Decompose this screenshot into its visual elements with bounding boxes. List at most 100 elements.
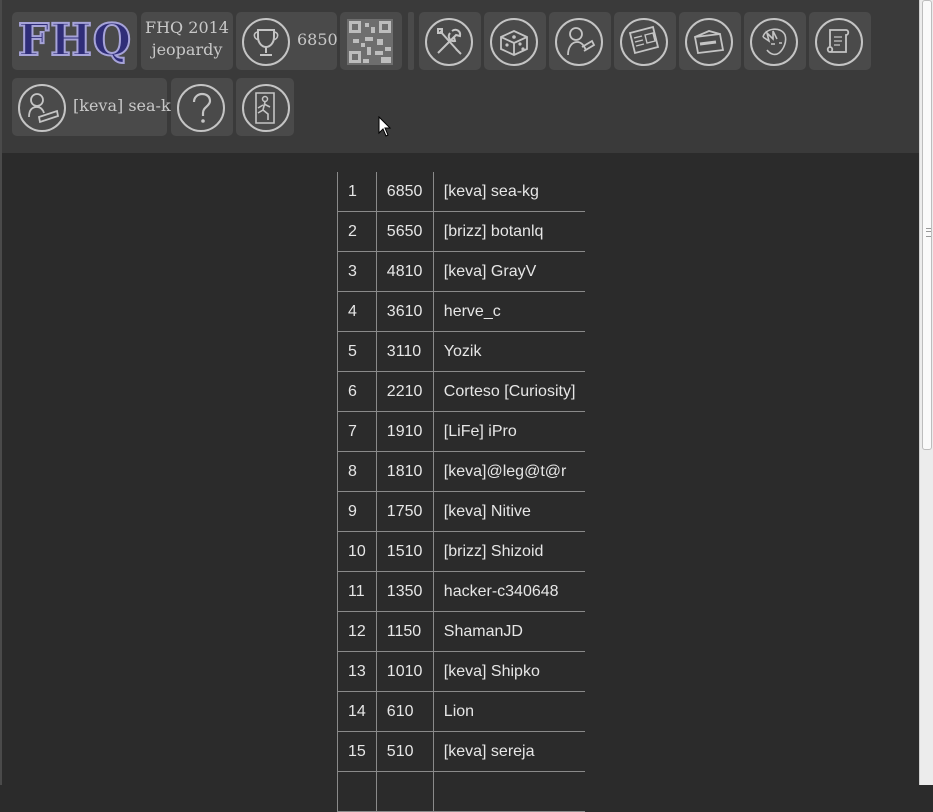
player-name-cell: [keva]@leg@t@r: [433, 451, 586, 492]
user-profile-button[interactable]: [keva] sea-kg: [12, 78, 181, 136]
player-name-cell: [433, 771, 586, 812]
news-button[interactable]: [614, 12, 676, 70]
user-profile-icon: [17, 83, 67, 133]
table-row: 4 3610 herve_c: [337, 291, 586, 332]
rank-cell: 7: [337, 411, 377, 452]
player-name-cell: Corteso [Curiosity]: [433, 371, 586, 412]
score-cell: 1810: [376, 451, 434, 492]
score-cell: [376, 771, 434, 812]
rules-button[interactable]: [809, 12, 871, 70]
player-name-cell: [keva] Nitive: [433, 491, 586, 532]
help-button[interactable]: [171, 78, 233, 136]
vertical-scrollbar[interactable]: [919, 0, 933, 785]
rank-cell: 11: [337, 571, 377, 612]
table-row: 3 4810 [keva] GrayV: [337, 251, 586, 292]
table-row: 8 1810 [keva]@leg@t@r: [337, 451, 586, 492]
player-name-cell: ShamanJD: [433, 611, 586, 652]
score-cell: 1510: [376, 531, 434, 572]
rank-cell: 3: [337, 251, 377, 292]
avatar-face-icon: [749, 17, 799, 67]
table-row: [337, 771, 586, 812]
news-icon: [619, 17, 669, 67]
scoreboard-table: 1 6850 [keva] sea-kg 2 5650 [brizz] botanlq 3 4…: [337, 172, 586, 812]
score-cell: 1350: [376, 571, 434, 612]
table-row: 13 1010 [keva] Shipko: [337, 651, 586, 692]
score-cell: 510: [376, 731, 434, 772]
rank-cell: [337, 771, 377, 812]
score-cell: 4810: [376, 251, 434, 292]
rank-cell: 4: [337, 291, 377, 332]
help-icon: [176, 83, 226, 133]
player-name-cell: herve_c: [433, 291, 586, 332]
table-row: 5 3110 Yozik: [337, 331, 586, 372]
table-row: 1 6850 [keva] sea-kg: [337, 172, 586, 212]
table-row: 10 1510 [brizz] Shizoid: [337, 531, 586, 572]
scrollbar-thumb[interactable]: [922, 0, 932, 450]
player-name-cell: Yozik: [433, 331, 586, 372]
dice-icon: [489, 17, 539, 67]
player-name-cell: Lion: [433, 691, 586, 732]
table-row: 14 610 Lion: [337, 691, 586, 732]
exit-icon: [241, 83, 291, 133]
hall-of-fame-button[interactable]: [744, 12, 806, 70]
rank-cell: 15: [337, 731, 377, 772]
rank-cell: 2: [337, 211, 377, 252]
score-cell: 1150: [376, 611, 434, 652]
rank-cell: 6: [337, 371, 377, 412]
scrollbar-grip: [926, 228, 931, 237]
table-row: 6 2210 Corteso [Curiosity]: [337, 371, 586, 412]
player-name-cell: [keva] sea-kg: [433, 172, 586, 212]
player-name-cell: [keva] sereja: [433, 731, 586, 772]
rank-cell: 8: [337, 451, 377, 492]
score-cell: 6850: [376, 172, 434, 212]
top-toolbar: FHQ FHQ 2014 jeopardy 6850 [keva] sea-kg: [2, 0, 919, 153]
user-name: [keva] sea-kg: [73, 96, 181, 115]
player-name-cell: [LiFe] iPro: [433, 411, 586, 452]
score-cell: 1910: [376, 411, 434, 452]
feedback-button[interactable]: [679, 12, 741, 70]
rank-cell: 9: [337, 491, 377, 532]
hacker-icon: [554, 17, 604, 67]
score-value: 6850: [297, 30, 338, 49]
player-name-cell: [keva] GrayV: [433, 251, 586, 292]
game-title-button[interactable]: FHQ 2014 jeopardy: [141, 12, 233, 70]
score-button[interactable]: 6850: [236, 12, 338, 70]
tools-button[interactable]: [419, 12, 481, 70]
score-cell: 2210: [376, 371, 434, 412]
rank-cell: 1: [337, 172, 377, 212]
table-row: 15 510 [keva] sereja: [337, 731, 586, 772]
rank-cell: 10: [337, 531, 377, 572]
rank-cell: 14: [337, 691, 377, 732]
score-cell: 610: [376, 691, 434, 732]
player-name-cell: hacker-c340648: [433, 571, 586, 612]
score-cell: 1750: [376, 491, 434, 532]
table-row: 11 1350 hacker-c340648: [337, 571, 586, 612]
score-cell: 3110: [376, 331, 434, 372]
hacker-button[interactable]: [549, 12, 611, 70]
toolbar-separator: [408, 12, 414, 70]
mouse-cursor-icon: [378, 116, 392, 137]
random-task-button[interactable]: [484, 12, 546, 70]
player-name-cell: [keva] Shipko: [433, 651, 586, 692]
score-cell: 3610: [376, 291, 434, 332]
table-row: 2 5650 [brizz] botanlq: [337, 211, 586, 252]
player-name-cell: [brizz] Shizoid: [433, 531, 586, 572]
table-row: 12 1150 ShamanJD: [337, 611, 586, 652]
game-title: FHQ 2014 jeopardy: [141, 17, 233, 61]
score-cell: 1010: [376, 651, 434, 692]
logout-button[interactable]: [236, 78, 294, 136]
feedback-box-icon: [684, 17, 734, 67]
game-title-year: FHQ 2014: [145, 18, 229, 37]
trophy-icon: [241, 17, 291, 67]
logo-button[interactable]: FHQ: [12, 12, 137, 70]
qr-code-icon: [345, 17, 395, 67]
rules-scroll-icon: [814, 17, 864, 67]
fhq-logo: FHQ: [17, 14, 133, 67]
player-name-cell: [brizz] botanlq: [433, 211, 586, 252]
game-title-mode: jeopardy: [151, 40, 223, 59]
qr-button[interactable]: [340, 12, 402, 70]
table-row: 7 1910 [LiFe] iPro: [337, 411, 586, 452]
tools-icon: [424, 17, 474, 67]
table-row: 9 1750 [keva] Nitive: [337, 491, 586, 532]
rank-cell: 12: [337, 611, 377, 652]
